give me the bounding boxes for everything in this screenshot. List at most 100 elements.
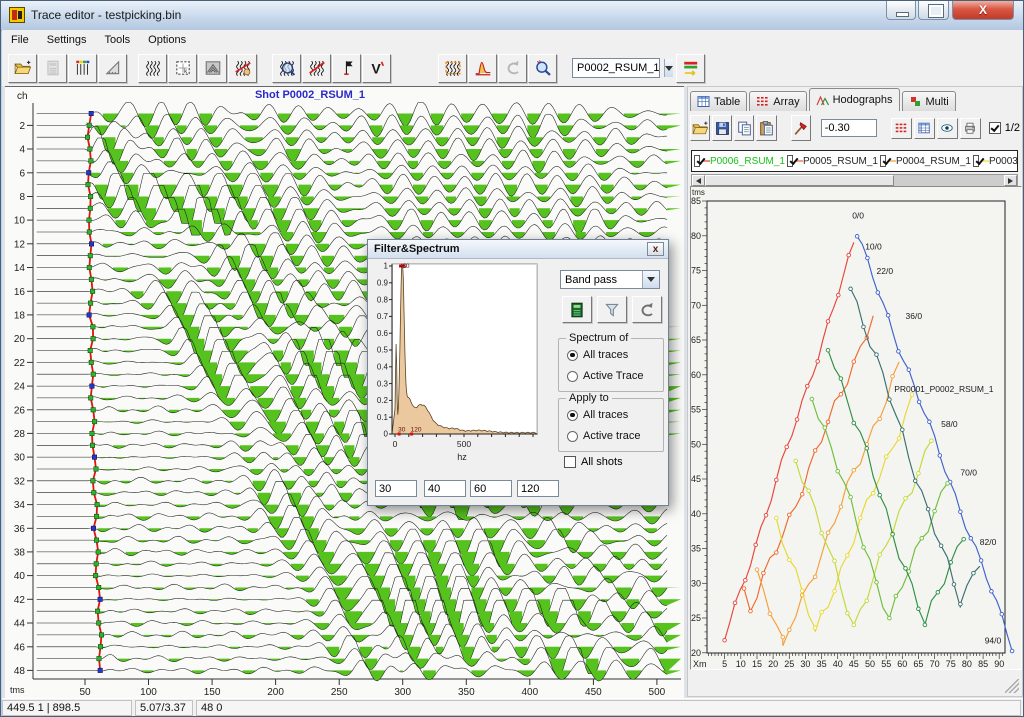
menu-tools[interactable]: Tools: [95, 32, 139, 48]
open-file-button[interactable]: [690, 115, 710, 141]
tab-multi[interactable]: Multi: [902, 91, 956, 111]
svg-text:36/0: 36/0: [906, 311, 923, 321]
table-button[interactable]: [914, 118, 935, 139]
radio-icon[interactable]: [567, 431, 578, 442]
spectrum-button[interactable]: [468, 54, 497, 83]
svg-text:90: 90: [994, 659, 1004, 669]
checkbox-icon[interactable]: [973, 155, 979, 167]
scroll-left-icon[interactable]: [692, 175, 705, 186]
svg-text:10/0: 10/0: [865, 242, 882, 252]
filter-freq-3-input[interactable]: [470, 480, 512, 497]
inspect-button[interactable]: [528, 54, 557, 83]
checkbox-icon[interactable]: [694, 155, 700, 167]
calc-green-button[interactable]: [562, 296, 592, 323]
shot-select[interactable]: P0002_RSUM_1: [572, 58, 660, 78]
hodograph-plot[interactable]: 5101520253035404550556065707580859020253…: [691, 187, 1021, 669]
undo-button[interactable]: [498, 54, 527, 83]
radio-spectrum-all-traces[interactable]: All traces: [567, 349, 628, 361]
chevron-down-icon[interactable]: [642, 271, 659, 288]
legend-entry-P0006_RSUM_1[interactable]: P0006_RSUM_1: [692, 155, 785, 167]
gather-button[interactable]: [198, 54, 227, 83]
all-shots-checkbox[interactable]: All shots: [564, 456, 623, 468]
checkbox-icon[interactable]: [989, 122, 1001, 134]
undo-button[interactable]: [632, 296, 662, 323]
calculator-icon: [44, 59, 62, 77]
radio-icon[interactable]: [567, 371, 578, 382]
status-cell-0: 449.5 1 | 898.5: [2, 700, 132, 716]
minimize-button[interactable]: [886, 1, 916, 20]
ruler-button[interactable]: [98, 54, 127, 83]
svg-text:50: 50: [865, 659, 875, 669]
eye-icon: [940, 121, 954, 135]
svg-text:40: 40: [14, 571, 26, 582]
svg-text:58/0: 58/0: [941, 419, 958, 429]
save-button[interactable]: [712, 115, 732, 141]
filter-type-select[interactable]: Band pass: [560, 270, 660, 289]
svg-text:32: 32: [14, 476, 26, 487]
chevron-down-icon[interactable]: [664, 59, 673, 77]
axis-box-button[interactable]: k: [168, 54, 197, 83]
filter-freq-4-input[interactable]: [517, 480, 559, 497]
radio-icon[interactable]: [567, 410, 578, 421]
band-traces-button[interactable]: [438, 54, 467, 83]
svg-text:0.5: 0.5: [377, 346, 389, 355]
eye-button[interactable]: [937, 118, 958, 139]
svg-text:Xm: Xm: [693, 659, 707, 669]
checkbox-icon[interactable]: [880, 155, 886, 167]
scroll-thumb[interactable]: [705, 175, 894, 186]
dialog-close-button[interactable]: x: [647, 242, 664, 256]
toolbar-group-1: k: [138, 54, 258, 83]
pick-hammer-button[interactable]: [791, 115, 811, 141]
checkbox-icon[interactable]: [564, 456, 576, 468]
menu-settings[interactable]: Settings: [38, 32, 96, 48]
radio-spectrum-active-trace[interactable]: Active Trace: [567, 370, 644, 382]
flag-button[interactable]: [332, 54, 361, 83]
open-file-button[interactable]: [8, 54, 37, 83]
spectrum-plot[interactable]: 00.10.20.30.40.50.60.70.80.910500hz30120…: [372, 262, 548, 467]
funnel-button[interactable]: [597, 296, 627, 323]
radio-apply-all-traces[interactable]: All traces: [567, 409, 628, 421]
copy-button[interactable]: [734, 115, 754, 141]
svg-text:hz: hz: [457, 452, 467, 462]
radio-apply-active-trace[interactable]: Active trace: [567, 430, 640, 442]
resize-grip[interactable]: [1005, 679, 1019, 693]
zoom-traces-button[interactable]: [272, 54, 301, 83]
apply-to-label: Apply to: [566, 392, 612, 404]
spectrum-of-label: Spectrum of: [566, 332, 631, 344]
traces-button[interactable]: [138, 54, 167, 83]
tab-array[interactable]: Array: [749, 91, 806, 111]
kill-trace-button[interactable]: [302, 54, 331, 83]
menu-options[interactable]: Options: [139, 32, 195, 48]
legend-entry-P0005_RSUM_1[interactable]: P0005_RSUM_1: [785, 155, 878, 167]
pick-v-button[interactable]: V: [362, 54, 391, 83]
svg-text:40: 40: [691, 509, 701, 519]
radio-icon[interactable]: [567, 350, 578, 361]
tab-table[interactable]: Table: [690, 91, 747, 111]
svg-text:0.2: 0.2: [377, 396, 389, 405]
print-button[interactable]: [960, 118, 981, 139]
legend-entry-P0003_RSUM_1[interactable]: P0003_RSUM_1: [971, 155, 1018, 167]
menu-file[interactable]: File: [2, 32, 38, 48]
svg-text:0.6: 0.6: [377, 329, 389, 338]
panel-tabs: TableArrayHodographsMulti: [690, 89, 958, 111]
scroll-right-icon[interactable]: [1004, 175, 1017, 186]
paste-button[interactable]: [756, 115, 776, 141]
filter-freq-2-input[interactable]: [424, 480, 466, 497]
dialog-title-bar[interactable]: Filter&Spectrum x: [368, 240, 668, 259]
maximize-button[interactable]: [918, 1, 949, 20]
close-button[interactable]: X: [952, 1, 1014, 20]
shot-lines-button[interactable]: [676, 54, 705, 83]
svg-text:12: 12: [14, 239, 26, 250]
mute-button[interactable]: [228, 54, 257, 83]
trace-picks-button[interactable]: [68, 54, 97, 83]
filter-freq-1-input[interactable]: [375, 480, 417, 497]
tab-hodographs[interactable]: Hodographs: [809, 88, 900, 111]
array-grid-button[interactable]: [891, 118, 912, 139]
checkbox-icon[interactable]: [787, 155, 793, 167]
app-icon: [9, 7, 25, 23]
svg-text:500: 500: [649, 687, 666, 698]
half-scale-checkbox[interactable]: 1/2: [989, 122, 1020, 134]
offset-input[interactable]: [821, 119, 877, 137]
legend-entry-P0004_RSUM_1[interactable]: P0004_RSUM_1: [878, 155, 971, 167]
calculator-button[interactable]: [38, 54, 67, 83]
